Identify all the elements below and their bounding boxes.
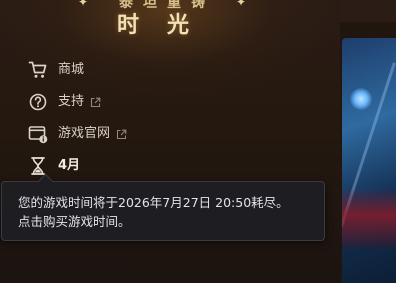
help-circle-icon xyxy=(28,92,48,112)
menu-item-shop[interactable]: 商城 xyxy=(28,54,228,86)
game-time-tooltip: 您的游戏时间将于2026年7月27日 20:50耗尽。 点击购买游戏时间。 xyxy=(1,173,325,241)
art-glow xyxy=(350,88,372,110)
external-link-icon xyxy=(90,97,101,108)
web-window-icon xyxy=(28,124,48,144)
menu-item-support[interactable]: 支持 xyxy=(28,86,228,118)
external-link-icon xyxy=(116,129,127,140)
menu-item-shop-label: 商城 xyxy=(58,62,85,77)
logo-subtitle: 泰坦重铸 xyxy=(119,0,215,11)
menu-item-support-label: 支持 xyxy=(58,94,85,109)
star-icon-right: ✦ xyxy=(236,0,247,9)
art-band xyxy=(342,188,396,248)
menu-item-official-site-label: 游戏官网 xyxy=(58,126,111,141)
logo-title: 时光 xyxy=(116,13,217,38)
menu-item-official-site[interactable]: 游戏官网 xyxy=(28,118,228,150)
game-menu: 商城 支持 游戏官网 4月 xyxy=(28,54,228,182)
tooltip-text: 您的游戏时间将于2026年7月27日 20:50耗尽。 点击购买游戏时间。 xyxy=(18,193,318,231)
tooltip-line-purchase: 点击购买游戏时间。 xyxy=(18,214,131,229)
top-strip xyxy=(340,0,396,22)
tooltip-line-expiry: 您的游戏时间将于2026年7月27日 20:50耗尽。 xyxy=(18,195,289,210)
cart-icon xyxy=(28,60,48,80)
game-logo: ✦ 泰坦重铸 ✦ 时光 xyxy=(0,0,340,40)
game-art-banner[interactable] xyxy=(342,38,396,283)
app-window: ✦ 泰坦重铸 ✦ 时光 商城 支持 游戏官网 4月 您的游戏时间将于2026年7… xyxy=(0,0,396,283)
menu-item-game-time[interactable]: 4月 xyxy=(28,150,228,182)
game-time-label: 4月 xyxy=(58,158,81,173)
